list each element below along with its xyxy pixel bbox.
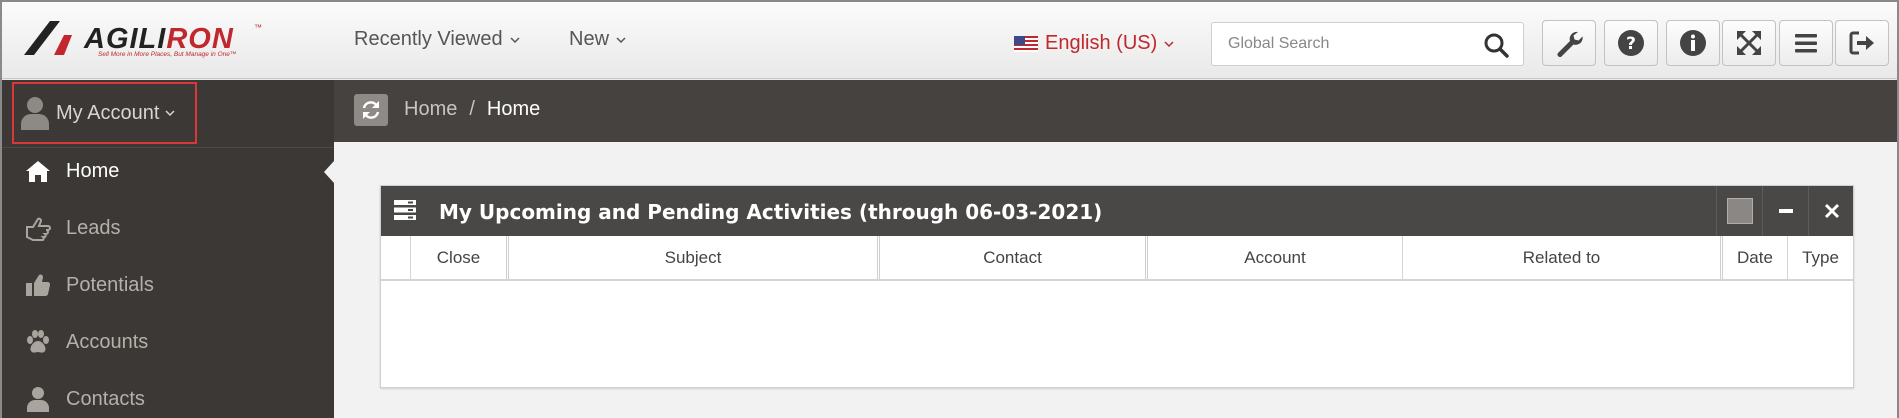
sidebar-item-potentials[interactable]: Potentials <box>24 272 154 298</box>
logout-button[interactable] <box>1835 20 1889 66</box>
chevron-down-icon <box>165 110 175 117</box>
sidebar: My Account Home Leads Potentials Account… <box>2 80 334 418</box>
thumbs-up-icon <box>26 274 51 297</box>
chevron-down-icon <box>616 36 626 43</box>
help-icon: ? <box>1618 30 1644 56</box>
widget-minimize-button[interactable] <box>1762 186 1808 236</box>
breadcrumb: Home / Home <box>404 98 540 121</box>
chevron-down-icon <box>510 36 520 43</box>
column-header-related-to[interactable]: Related to <box>1403 236 1723 279</box>
column-header-select[interactable] <box>381 236 411 279</box>
breadcrumb-current: Home <box>486 98 541 120</box>
language-label: English (US) <box>1045 32 1158 54</box>
sidebar-item-label: Potentials <box>66 273 154 296</box>
sidebar-item-leads[interactable]: Leads <box>24 215 121 241</box>
search-icon[interactable] <box>1483 32 1509 58</box>
main-menu-button[interactable] <box>1779 20 1833 66</box>
column-header-type[interactable]: Type <box>1788 236 1853 279</box>
agiliron-logo[interactable]: AGILIRON ™ Sell More in More Places, But… <box>24 21 264 61</box>
sidebar-item-accounts[interactable]: Accounts <box>24 329 148 355</box>
refresh-button[interactable] <box>354 94 388 126</box>
widget-color-button[interactable] <box>1716 186 1762 236</box>
breadcrumb-bar: Home / Home <box>334 80 1897 142</box>
help-button[interactable]: ? <box>1604 20 1658 66</box>
sidebar-item-label: Leads <box>66 216 121 239</box>
column-header-date[interactable]: Date <box>1723 236 1788 279</box>
new-label: New <box>569 28 610 50</box>
recently-viewed-label: Recently Viewed <box>354 28 503 50</box>
user-icon <box>27 387 49 412</box>
sidebar-item-label: Accounts <box>66 330 149 353</box>
new-menu[interactable]: New <box>569 28 626 51</box>
logo-mark-icon <box>24 21 72 55</box>
main-content: My Upcoming and Pending Activities (thro… <box>334 142 1897 418</box>
global-search <box>1211 22 1524 66</box>
breadcrumb-link-home[interactable]: Home <box>404 98 457 121</box>
logo-tagline: Sell More in More Places, But Manage in … <box>98 51 237 58</box>
info-button[interactable] <box>1666 20 1720 66</box>
chevron-down-icon <box>1164 40 1174 47</box>
hand-pointer-icon <box>26 217 51 241</box>
us-flag-icon <box>1014 35 1038 52</box>
minus-icon <box>1778 209 1793 213</box>
global-search-input[interactable] <box>1212 23 1472 65</box>
sidebar-item-home[interactable]: Home <box>24 158 119 184</box>
wrench-icon <box>1557 31 1583 58</box>
widget-close-button[interactable] <box>1808 186 1854 236</box>
active-indicator <box>324 161 334 183</box>
sidebar-divider <box>2 147 334 148</box>
settings-button[interactable] <box>1542 20 1596 66</box>
recently-viewed-menu[interactable]: Recently Viewed <box>354 28 520 51</box>
fullscreen-button[interactable] <box>1722 20 1776 66</box>
sidebar-item-label: Contacts <box>66 387 145 410</box>
widget-header: My Upcoming and Pending Activities (thro… <box>381 186 1853 236</box>
svg-text:?: ? <box>1626 34 1636 54</box>
column-header-account[interactable]: Account <box>1148 236 1403 279</box>
column-header-subject[interactable]: Subject <box>509 236 880 279</box>
refresh-icon <box>362 101 380 119</box>
paw-icon <box>27 330 49 353</box>
column-header-close[interactable]: Close <box>411 236 509 279</box>
color-swatch-icon <box>1726 198 1753 224</box>
breadcrumb-separator: / <box>469 98 475 120</box>
info-icon <box>1680 30 1706 56</box>
widget-list-icon <box>394 200 416 220</box>
my-account-label: My Account <box>56 101 160 124</box>
my-account-menu[interactable]: My Account <box>12 82 197 144</box>
activities-table-header: Close Subject Contact Account Related to… <box>381 236 1853 281</box>
user-avatar-icon <box>21 97 49 130</box>
logo-trademark: ™ <box>254 23 262 32</box>
sidebar-item-label: Home <box>66 159 120 182</box>
menu-icon <box>1795 34 1817 53</box>
column-header-contact[interactable]: Contact <box>880 236 1148 279</box>
language-selector[interactable]: English (US) <box>1014 32 1174 55</box>
top-header: AGILIRON ™ Sell More in More Places, But… <box>2 2 1897 79</box>
sidebar-item-contacts[interactable]: Contacts <box>24 386 145 412</box>
logout-icon <box>1849 31 1874 55</box>
expand-icon <box>1737 31 1761 55</box>
close-icon <box>1824 203 1839 219</box>
widget-title: My Upcoming and Pending Activities (thro… <box>439 200 1103 224</box>
activities-widget: My Upcoming and Pending Activities (thro… <box>380 185 1854 388</box>
home-icon <box>26 161 50 182</box>
